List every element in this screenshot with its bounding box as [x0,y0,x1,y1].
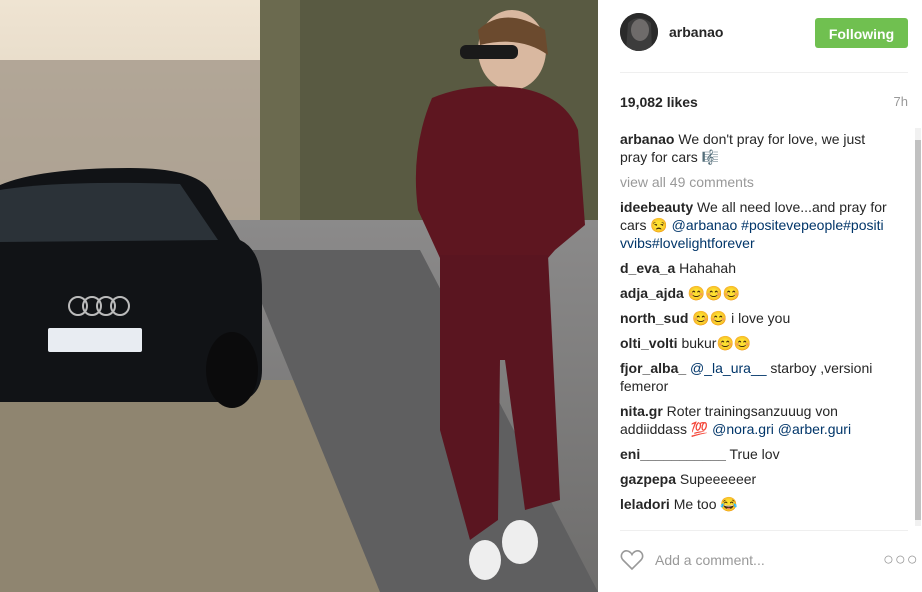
list-item: adja_ajda 😊😊😊 [620,284,890,302]
comment-mention[interactable]: @_la_ura__ [690,360,767,376]
comment-mention[interactable]: @nora.gri @arber.guri [712,421,851,437]
comment-username[interactable]: eni___________ [620,446,726,462]
post-time[interactable]: 7h [894,94,908,109]
post-side-panel: arbanao Following 19,082 likes 7h arbana… [598,0,922,592]
caption-username[interactable]: arbanao [620,131,674,147]
comments-scrollbar-thumb[interactable] [915,140,921,520]
comment-username[interactable]: leladori [620,496,670,512]
list-item: ideebeauty We all need love...and pray f… [620,198,890,252]
username-link[interactable]: arbanao [669,24,723,40]
post-header: arbanao Following [598,0,922,72]
comment-text: Supeeeeeer [679,471,757,487]
comments-list: arbanao We don't pray for love, we just … [620,130,890,528]
caption: arbanao We don't pray for love, we just … [620,130,890,166]
avatar-image [620,13,658,51]
comment-username[interactable]: nita.gr [620,403,663,419]
list-item: olti_volti bukur😊😊 [620,334,890,352]
likes-count[interactable]: 19,082 likes [620,94,698,110]
add-comment-input[interactable] [655,549,845,571]
comment-text: Me too 😂 [673,496,738,512]
comment-text: bukur😊😊 [681,335,752,351]
comment-username[interactable]: olti_volti [620,335,678,351]
heart-icon[interactable] [620,549,644,571]
comment-username[interactable]: ideebeauty [620,199,693,215]
avatar[interactable] [620,13,658,51]
more-options-icon[interactable]: ○○○ [883,550,919,568]
comment-username[interactable]: adja_ajda [620,285,684,301]
list-item: d_eva_a Hahahah [620,259,890,277]
list-item: fjor_alba_ @_la_ura__ starboy ,versioni … [620,359,890,395]
divider [620,72,908,73]
view-all-comments-link[interactable]: view all 49 comments [620,173,890,191]
comment-username[interactable]: fjor_alba_ [620,360,686,376]
list-item: north_sud 😊😊 i love you [620,309,890,327]
list-item: nita.gr Roter trainingsanzuuug von addii… [620,402,890,438]
list-item: leladori Me too 😂 [620,495,890,513]
comment-text: 😊😊😊 [687,285,741,301]
comment-username[interactable]: north_sud [620,310,688,326]
list-item: gazpepa Supeeeeeer [620,470,890,488]
comment-text: Hahahah [679,260,736,276]
post-photo[interactable] [0,0,598,592]
divider [620,530,908,531]
comment-text: 😊😊 i love you [692,310,791,326]
photo-woman-tracksuit-car [0,0,598,592]
comment-text: True lov [729,446,780,462]
comment-username[interactable]: gazpepa [620,471,676,487]
list-item: eni___________ True lov [620,445,890,463]
following-button[interactable]: Following [815,18,908,48]
comment-username[interactable]: d_eva_a [620,260,675,276]
